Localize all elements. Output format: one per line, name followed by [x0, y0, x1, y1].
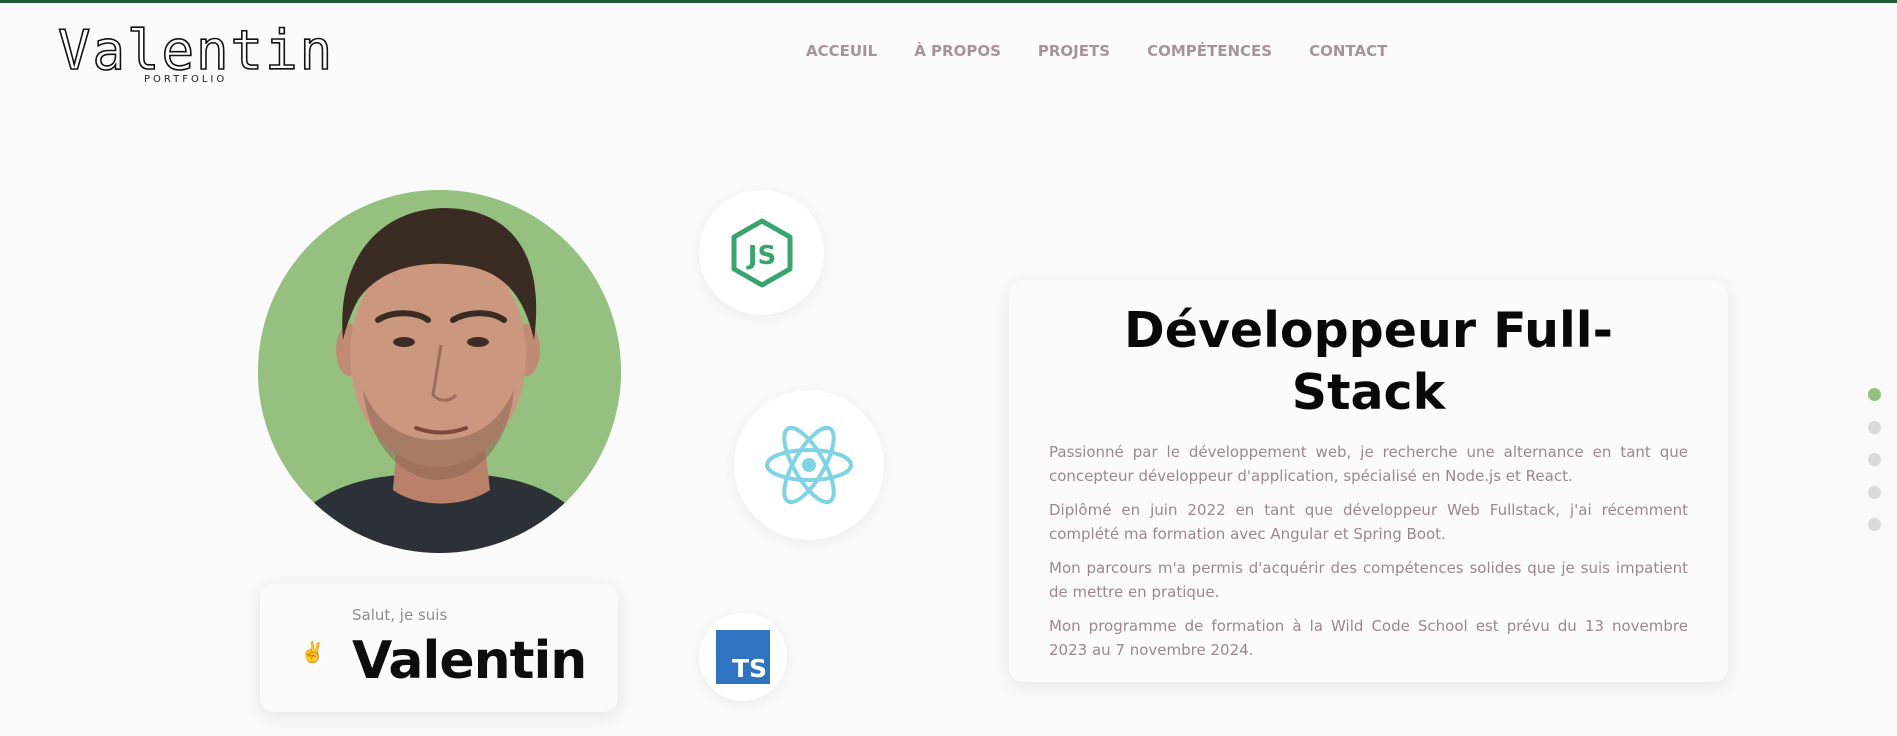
site-logo[interactable]: Valentin PORTFOLIO [57, 22, 333, 93]
svg-text:JS: JS [745, 241, 775, 271]
about-paragraph: Diplômé en juin 2022 en tant que dévelop… [1049, 501, 1688, 543]
logo-tagline: PORTFOLIO [144, 74, 228, 85]
react-icon [765, 425, 853, 505]
nav-link-competences[interactable]: COMPÉTENCES [1147, 41, 1272, 61]
nav-link-a-propos[interactable]: À PROPOS [914, 41, 1001, 61]
greeting-text: Salut, je suis [352, 606, 448, 624]
victory-hand-icon: ✌ [300, 642, 325, 664]
logo-text: Valentin [57, 19, 335, 82]
nodejs-bubble: JS [699, 190, 824, 315]
about-text: Passionné par le développement web, je r… [1049, 440, 1688, 672]
site-header: Valentin PORTFOLIO ACCEUIL À PROPOS PROJ… [0, 3, 1897, 108]
portrait-illustration [258, 190, 621, 553]
react-bubble [734, 390, 884, 540]
intro-card: Salut, je suis ✌ Valentin [260, 584, 618, 712]
nodejs-icon: JS [731, 218, 792, 287]
typescript-icon: TS [716, 630, 770, 684]
section-dot-2[interactable] [1868, 420, 1881, 434]
section-dot-1[interactable] [1868, 388, 1881, 401]
section-dot-4[interactable] [1868, 485, 1881, 499]
main-nav: ACCEUIL À PROPOS PROJETS COMPÉTENCES CON… [806, 41, 1424, 61]
typescript-bubble: TS [699, 613, 787, 701]
about-paragraph: Mon parcours m'a permis d'acquérir des c… [1049, 559, 1688, 601]
profile-photo [258, 190, 621, 553]
about-title: Développeur Full-Stack [1124, 302, 1613, 421]
about-paragraph: Passionné par le développement web, je r… [1049, 443, 1688, 485]
section-nav-dots [1868, 388, 1881, 551]
about-paragraph: Mon programme de formation à la Wild Cod… [1049, 617, 1688, 659]
intro-name: Valentin [352, 631, 587, 691]
nav-link-contact[interactable]: CONTACT [1309, 41, 1387, 61]
about-card: Développeur Full-Stack Passionné par le … [1009, 280, 1728, 682]
section-dot-5[interactable] [1868, 518, 1881, 531]
section-dot-3[interactable] [1868, 453, 1881, 466]
nav-link-accueil[interactable]: ACCEUIL [806, 41, 877, 61]
nav-link-projets[interactable]: PROJETS [1038, 41, 1110, 61]
typescript-label: TS [732, 654, 767, 683]
